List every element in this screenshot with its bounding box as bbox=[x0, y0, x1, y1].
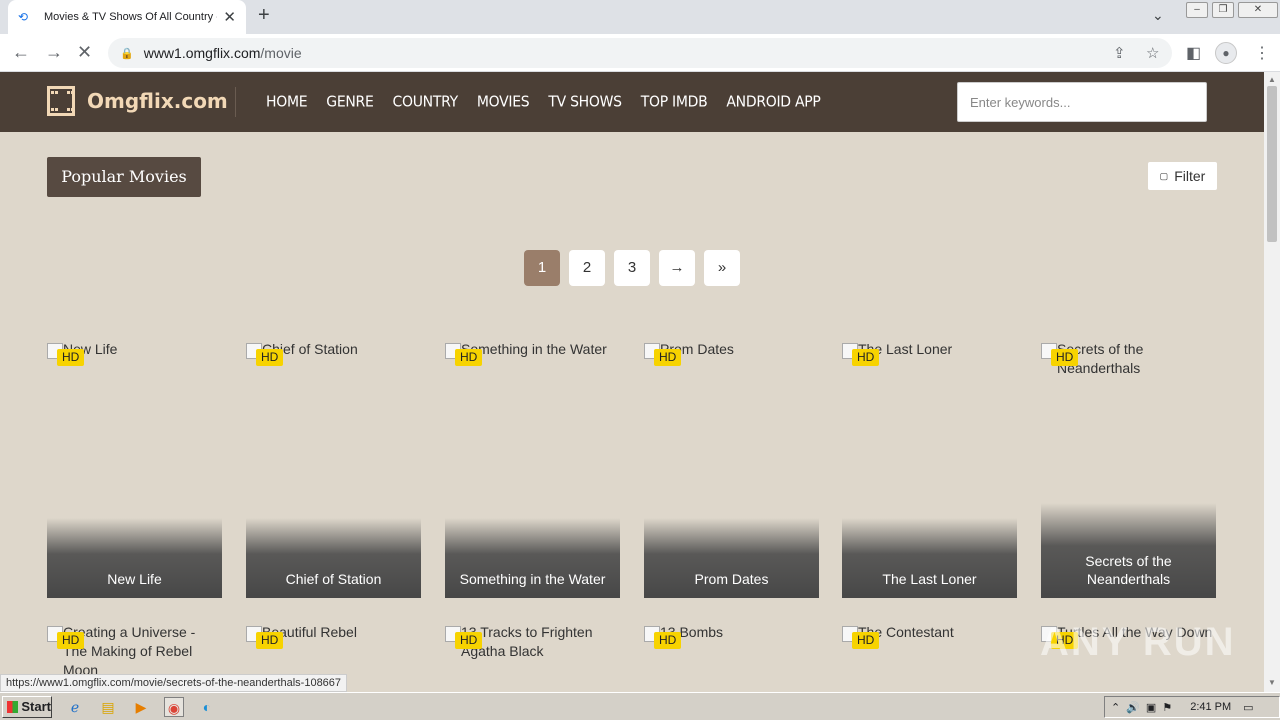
hd-badge: HD bbox=[256, 349, 284, 366]
restore-button[interactable]: ❐ bbox=[1212, 2, 1234, 18]
hd-badge: HD bbox=[455, 349, 483, 366]
lock-icon[interactable]: 🔒 bbox=[120, 47, 134, 60]
share-icon[interactable]: ⇪ bbox=[1113, 44, 1126, 62]
page-1[interactable]: 1 bbox=[524, 250, 560, 286]
browser-tab[interactable]: ⟲ Movies & TV Shows Of All Country - ✕ bbox=[8, 0, 246, 34]
filter-icon: ▢ bbox=[1159, 170, 1169, 181]
ie-icon[interactable]: ℯ bbox=[65, 697, 85, 717]
browser-toolbar: ← → ✕ 🔒 www1.omgflix.com/movie ⇪ ☆ ◧ ● ⋮ bbox=[0, 34, 1280, 72]
window-controls: – ❐ ✕ bbox=[1182, 0, 1278, 20]
address-bar[interactable]: 🔒 www1.omgflix.com/movie ⇪ ☆ bbox=[108, 38, 1172, 68]
action-center-flag-icon[interactable]: ⚑ bbox=[1162, 701, 1172, 714]
movie-card[interactable]: Something in the Water HD Something in t… bbox=[445, 340, 620, 598]
hd-badge: HD bbox=[852, 632, 880, 649]
site-header: Omgflix.com HOME GENRE COUNTRY MOVIES TV… bbox=[0, 72, 1264, 132]
page-3[interactable]: 3 bbox=[614, 250, 650, 286]
browser-tabstrip: ⟲ Movies & TV Shows Of All Country - ✕ +… bbox=[0, 0, 1280, 34]
search-input[interactable] bbox=[957, 82, 1207, 122]
clock[interactable]: 2:41 PM bbox=[1190, 701, 1231, 713]
main-menu: HOME GENRE COUNTRY MOVIES TV SHOWS TOP I… bbox=[266, 72, 840, 132]
url-text: www1.omgflix.com/movie bbox=[144, 45, 302, 61]
movie-card[interactable]: New Life HD New Life bbox=[47, 340, 222, 598]
film-icon bbox=[47, 86, 75, 116]
side-panel-icon[interactable]: ◧ bbox=[1186, 43, 1201, 63]
site-logo[interactable]: Omgflix.com bbox=[47, 86, 228, 116]
pagination: 1 2 3 → » bbox=[524, 250, 749, 286]
system-tray: ⌃ 🔊 ▣ ⚑ 2:41 PM ▭ bbox=[1104, 696, 1280, 718]
start-button[interactable]: Start bbox=[2, 695, 52, 718]
hd-badge: HD bbox=[57, 349, 85, 366]
menu-genre[interactable]: GENRE bbox=[326, 93, 374, 111]
movie-card[interactable]: The Contestant HD bbox=[842, 623, 1017, 683]
show-desktop-icon[interactable]: ▭ bbox=[1243, 701, 1253, 714]
watermark: ANY RUN bbox=[1040, 620, 1236, 664]
close-tab-icon[interactable]: ✕ bbox=[223, 8, 236, 26]
scroll-up-icon[interactable]: ▲ bbox=[1268, 75, 1276, 84]
profile-avatar[interactable]: ● bbox=[1215, 42, 1237, 64]
start-label: Start bbox=[21, 699, 51, 714]
forward-icon[interactable]: → bbox=[45, 42, 63, 63]
filter-label: Filter bbox=[1174, 168, 1206, 184]
page-scrollbar[interactable]: ▲ ▼ bbox=[1264, 72, 1280, 692]
movie-card[interactable]: 13 Bombs HD bbox=[644, 623, 819, 683]
hd-badge: HD bbox=[57, 632, 85, 649]
loading-favicon-icon: ⟲ bbox=[18, 10, 29, 24]
menu-android-app[interactable]: ANDROID APP bbox=[726, 93, 820, 111]
scrollbar-thumb[interactable] bbox=[1267, 86, 1277, 242]
menu-home[interactable]: HOME bbox=[266, 93, 308, 111]
scroll-down-icon[interactable]: ▼ bbox=[1268, 678, 1276, 687]
menu-tv-shows[interactable]: TV SHOWS bbox=[548, 93, 622, 111]
page-2[interactable]: 2 bbox=[569, 250, 605, 286]
tab-search-chevron-icon[interactable]: ⌄ bbox=[1152, 7, 1164, 24]
movie-title[interactable]: Secrets of the Neanderthals bbox=[1041, 503, 1216, 598]
stop-loading-icon[interactable]: ✕ bbox=[77, 42, 92, 63]
hd-badge: HD bbox=[654, 349, 682, 366]
volume-icon[interactable]: 🔊 bbox=[1126, 701, 1140, 714]
page-last[interactable]: » bbox=[704, 250, 740, 286]
hd-badge: HD bbox=[256, 632, 284, 649]
url-path: /movie bbox=[260, 45, 302, 61]
network-icon[interactable]: ▣ bbox=[1146, 701, 1156, 714]
tab-title: Movies & TV Shows Of All Country - bbox=[44, 11, 218, 23]
hd-badge: HD bbox=[852, 349, 880, 366]
movie-title[interactable]: Chief of Station bbox=[246, 518, 421, 598]
hd-badge: HD bbox=[1051, 349, 1079, 366]
chrome-icon[interactable]: ◉ bbox=[164, 696, 184, 717]
url-host: www1.omgflix.com bbox=[143, 45, 261, 61]
new-tab-button[interactable]: + bbox=[258, 4, 270, 27]
movie-title[interactable]: Prom Dates bbox=[644, 518, 819, 598]
bookmark-star-icon[interactable]: ☆ bbox=[1146, 44, 1159, 62]
minimize-button[interactable]: – bbox=[1186, 2, 1208, 18]
movie-card[interactable]: The Last Loner HD The Last Loner bbox=[842, 340, 1017, 598]
movie-card[interactable]: Secrets of the Neanderthals HD Secrets o… bbox=[1041, 340, 1216, 598]
menu-top-imdb[interactable]: TOP IMDB bbox=[641, 93, 708, 111]
movie-card[interactable]: Prom Dates HD Prom Dates bbox=[644, 340, 819, 598]
movie-title[interactable]: The Last Loner bbox=[842, 518, 1017, 598]
link-status-bubble: https://www1.omgflix.com/movie/secrets-o… bbox=[0, 674, 348, 692]
menu-country[interactable]: COUNTRY bbox=[393, 93, 459, 111]
page-next[interactable]: → bbox=[659, 250, 695, 286]
browser-menu-icon[interactable]: ⋮ bbox=[1254, 43, 1270, 63]
folder-icon[interactable]: ▤ bbox=[98, 697, 118, 717]
filter-button[interactable]: ▢ Filter bbox=[1148, 162, 1217, 190]
media-player-icon[interactable]: ▶ bbox=[131, 697, 151, 717]
section-title: Popular Movies bbox=[47, 157, 201, 197]
windows-flag-icon bbox=[7, 700, 19, 713]
tray-expand-icon[interactable]: ⌃ bbox=[1111, 701, 1120, 714]
back-icon[interactable]: ← bbox=[12, 42, 30, 63]
movie-title[interactable]: New Life bbox=[47, 518, 222, 598]
edge-icon[interactable]: ◐ bbox=[197, 697, 217, 717]
hd-badge: HD bbox=[654, 632, 682, 649]
hd-badge: HD bbox=[455, 632, 483, 649]
close-window-button[interactable]: ✕ bbox=[1238, 2, 1278, 18]
menu-movies[interactable]: MOVIES bbox=[477, 93, 530, 111]
movie-card[interactable]: 13 Tracks to Frighten Agatha Black HD bbox=[445, 623, 620, 683]
header-divider bbox=[235, 87, 236, 117]
os-taskbar: Start ℯ ▤ ▶ ◉ ◐ ⌃ 🔊 ▣ ⚑ 2:41 PM ▭ bbox=[0, 692, 1280, 720]
logo-text: Omgflix.com bbox=[87, 89, 228, 113]
movie-card[interactable]: Chief of Station HD Chief of Station bbox=[246, 340, 421, 598]
movie-title[interactable]: Something in the Water bbox=[445, 518, 620, 598]
